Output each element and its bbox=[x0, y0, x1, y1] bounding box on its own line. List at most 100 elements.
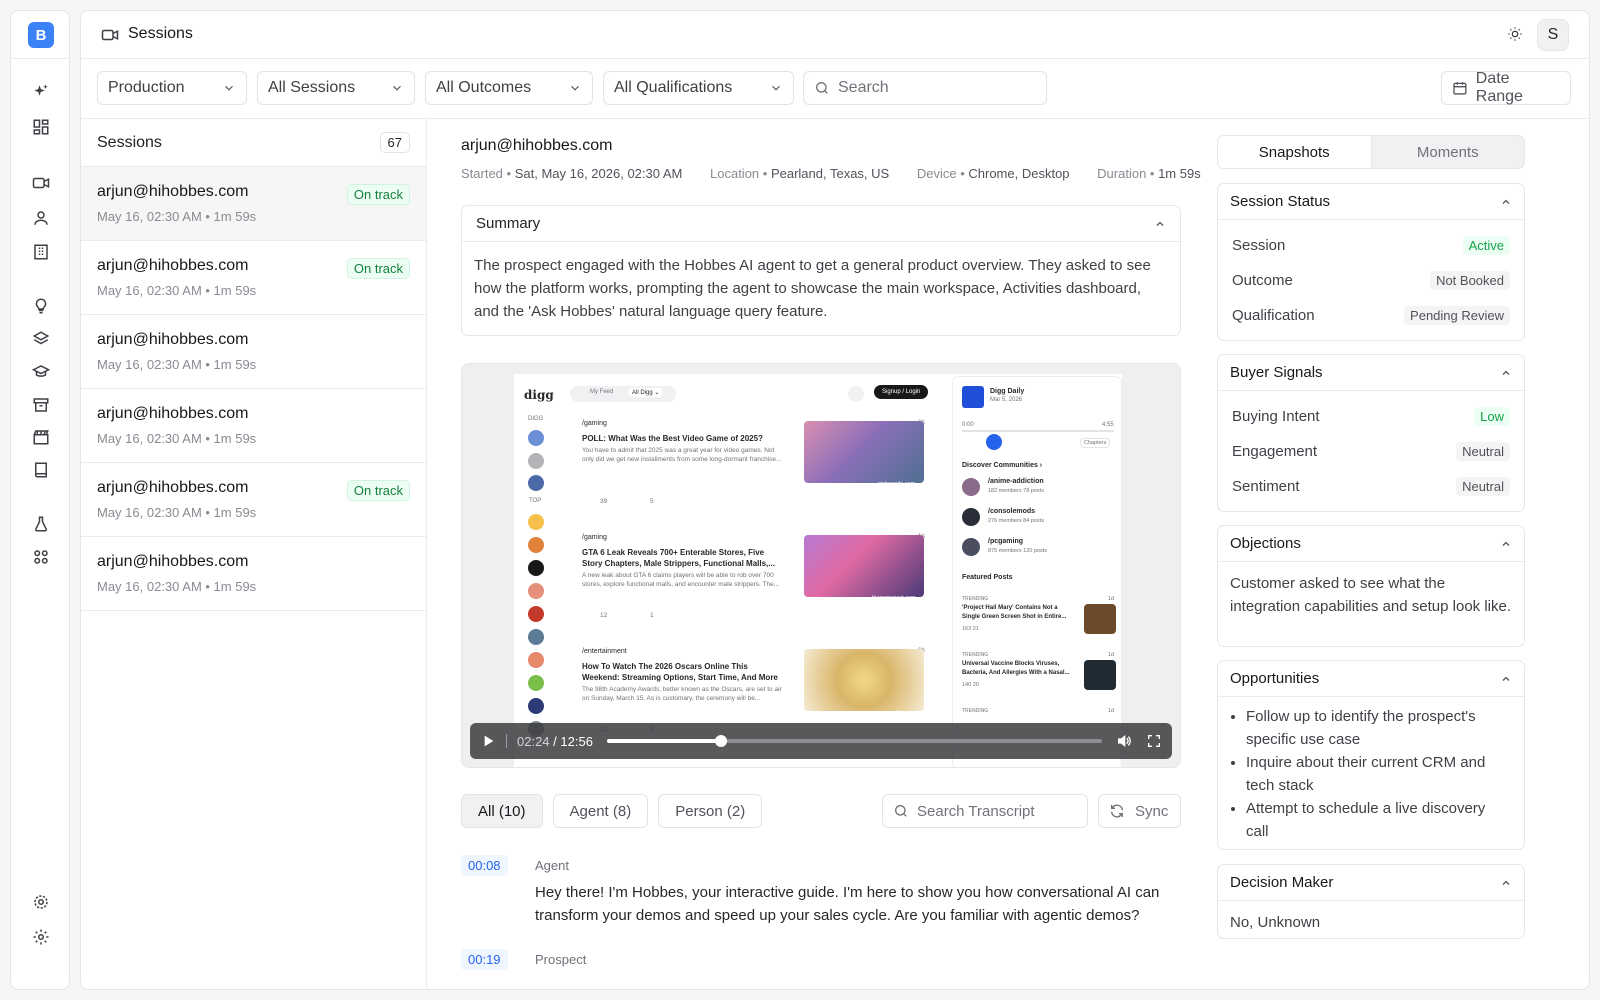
signal-row-engagement: Engagement Neutral bbox=[1218, 434, 1524, 469]
tab-snapshots[interactable]: Snapshots bbox=[1218, 136, 1372, 168]
post-thumbnail[interactable] bbox=[804, 649, 924, 711]
tab-moments[interactable]: Moments bbox=[1372, 136, 1525, 168]
sync-button[interactable]: Sync bbox=[1098, 794, 1181, 828]
buyer-signals-header[interactable]: Buyer Signals bbox=[1218, 355, 1524, 391]
chapters-button[interactable]: Chapters bbox=[1080, 438, 1111, 448]
transcript-search-input[interactable]: Search Transcript bbox=[882, 794, 1088, 828]
signal-badge: Neutral bbox=[1456, 442, 1510, 461]
search-input[interactable]: Search bbox=[803, 71, 1047, 105]
signal-row-buying-intent: Buying Intent Low bbox=[1218, 399, 1524, 434]
chevron-up-icon[interactable] bbox=[1500, 673, 1512, 685]
objections-text: Customer asked to see what the integrati… bbox=[1230, 575, 1512, 615]
list-item[interactable]: arjun@hihobbes.com May 16, 02:30 AM • 1m … bbox=[81, 537, 426, 611]
cog-icon[interactable] bbox=[30, 891, 52, 913]
opportunities-title: Opportunities bbox=[1230, 670, 1320, 687]
play-icon[interactable] bbox=[986, 434, 1002, 450]
session-meta: May 16, 02:30 AM • 1m 59s bbox=[97, 579, 257, 594]
sun-icon[interactable] bbox=[1507, 26, 1523, 45]
app-logo[interactable]: B bbox=[28, 22, 54, 48]
settings-icon[interactable] bbox=[30, 926, 52, 948]
environment-select[interactable]: Production bbox=[97, 71, 247, 105]
post-title[interactable]: GTA 6 Leak Reveals 700+ Enterable Stores… bbox=[582, 548, 764, 557]
chevron-up-icon[interactable] bbox=[1500, 877, 1512, 889]
transcript-timestamp[interactable]: 00:08 bbox=[461, 855, 508, 876]
clapperboard-icon[interactable] bbox=[30, 426, 52, 448]
search-icon[interactable] bbox=[848, 386, 864, 402]
avatar[interactable]: S bbox=[1537, 19, 1569, 51]
list-item[interactable]: arjun@hihobbes.com May 16, 02:30 AM • 1m … bbox=[81, 167, 426, 241]
featured-thumbnail[interactable] bbox=[1084, 604, 1116, 634]
all-digg-tab[interactable]: All Digg ⌄ bbox=[628, 388, 664, 397]
chevron-up-icon[interactable] bbox=[1500, 196, 1512, 208]
flask-icon[interactable] bbox=[30, 513, 52, 535]
signal-label: Sentiment bbox=[1232, 478, 1300, 495]
video-seek-bar[interactable] bbox=[606, 735, 1102, 747]
started-label: Started bbox=[461, 166, 503, 181]
opportunities-header[interactable]: Opportunities bbox=[1218, 661, 1524, 697]
buyer-signals-card: Buyer Signals Buying Intent Low Engagemen… bbox=[1217, 354, 1525, 512]
sessions-select[interactable]: All Sessions bbox=[257, 71, 415, 105]
tab-agent[interactable]: Agent (8) bbox=[552, 794, 649, 828]
digg-daily-date: Mar 5, 2026 bbox=[990, 397, 1023, 403]
layers-icon[interactable] bbox=[30, 328, 52, 350]
play-icon[interactable] bbox=[480, 733, 496, 749]
user-icon[interactable] bbox=[30, 207, 52, 229]
list-item[interactable]: arjun@hihobbes.com May 16, 02:30 AM • 1m … bbox=[81, 241, 426, 315]
community-name[interactable]: /pcgaming bbox=[988, 538, 1023, 545]
chevron-up-icon[interactable] bbox=[1154, 218, 1166, 230]
device-value: Chrome, Desktop bbox=[968, 166, 1070, 181]
post-body: The 98th Academy Awards, better known as… bbox=[582, 686, 782, 693]
status-row-outcome: Outcome Not Booked bbox=[1218, 263, 1524, 298]
list-item[interactable]: arjun@hihobbes.com May 16, 02:30 AM • 1m … bbox=[81, 389, 426, 463]
building-icon[interactable] bbox=[30, 241, 52, 263]
transcript-timestamp[interactable]: 00:19 bbox=[461, 949, 508, 970]
post-thumbnail[interactable] bbox=[804, 421, 924, 483]
post-title[interactable]: POLL: What Was the Best Video Game of 20… bbox=[582, 434, 763, 443]
tab-person[interactable]: Person (2) bbox=[658, 794, 763, 828]
chevron-up-icon[interactable] bbox=[1500, 367, 1512, 379]
video-seek-handle[interactable] bbox=[715, 735, 728, 747]
graduation-cap-icon[interactable] bbox=[30, 361, 52, 383]
archive-icon[interactable] bbox=[30, 394, 52, 416]
post-title[interactable]: How To Watch The 2026 Oscars Online This bbox=[582, 662, 748, 671]
discover-heading[interactable]: Discover Communities › bbox=[962, 462, 1042, 469]
featured-thumbnail[interactable] bbox=[1084, 660, 1116, 690]
search-icon bbox=[816, 82, 828, 94]
my-feed-tab[interactable]: My Feed bbox=[590, 389, 613, 395]
community-name[interactable]: /consolemods bbox=[988, 508, 1035, 515]
integrations-icon[interactable] bbox=[30, 546, 52, 568]
top-bar: Sessions S bbox=[81, 11, 1589, 59]
sparkle-icon[interactable] bbox=[30, 81, 52, 103]
video-seek-fill bbox=[606, 739, 722, 743]
session-video-player[interactable]: digg DIGG TOP My Feed All Digg ⌄ Signup … bbox=[461, 363, 1181, 768]
refresh-icon bbox=[1111, 804, 1123, 818]
rail-divider bbox=[11, 58, 69, 59]
post-thumbnail[interactable] bbox=[804, 535, 924, 597]
dashboard-icon[interactable] bbox=[30, 116, 52, 138]
chevron-up-icon[interactable] bbox=[1500, 538, 1512, 550]
video-icon[interactable] bbox=[30, 172, 52, 194]
outcomes-select[interactable]: All Outcomes bbox=[425, 71, 593, 105]
featured-title[interactable]: Universal Vaccine Blocks Viruses, bbox=[962, 661, 1059, 667]
volume-icon[interactable] bbox=[1116, 733, 1132, 749]
list-item[interactable]: arjun@hihobbes.com May 16, 02:30 AM • 1m … bbox=[81, 463, 426, 537]
audio-progress[interactable] bbox=[962, 430, 1114, 432]
community-avatar bbox=[528, 514, 544, 530]
session-status-header[interactable]: Session Status bbox=[1218, 184, 1524, 220]
tab-all[interactable]: All (10) bbox=[461, 794, 543, 828]
book-icon[interactable] bbox=[30, 459, 52, 481]
signup-button[interactable]: Signup / Login bbox=[874, 385, 929, 399]
list-item[interactable]: arjun@hihobbes.com May 16, 02:30 AM • 1m … bbox=[81, 315, 426, 389]
decision-maker-header[interactable]: Decision Maker bbox=[1218, 865, 1524, 901]
date-range-button[interactable]: Date Range bbox=[1441, 70, 1571, 105]
qualifications-select[interactable]: All Qualifications bbox=[603, 71, 794, 105]
community-avatar bbox=[528, 606, 544, 622]
summary-header[interactable]: Summary bbox=[462, 206, 1180, 242]
signal-row-sentiment: Sentiment Neutral bbox=[1218, 469, 1524, 504]
objections-header[interactable]: Objections bbox=[1218, 526, 1524, 562]
featured-title[interactable]: 'Project Hail Mary' Contains Not a bbox=[962, 605, 1058, 611]
lightbulb-icon[interactable] bbox=[30, 295, 52, 317]
community-name[interactable]: /anime-addiction bbox=[988, 478, 1044, 485]
community-avatar bbox=[528, 560, 544, 576]
fullscreen-icon[interactable] bbox=[1146, 733, 1162, 749]
